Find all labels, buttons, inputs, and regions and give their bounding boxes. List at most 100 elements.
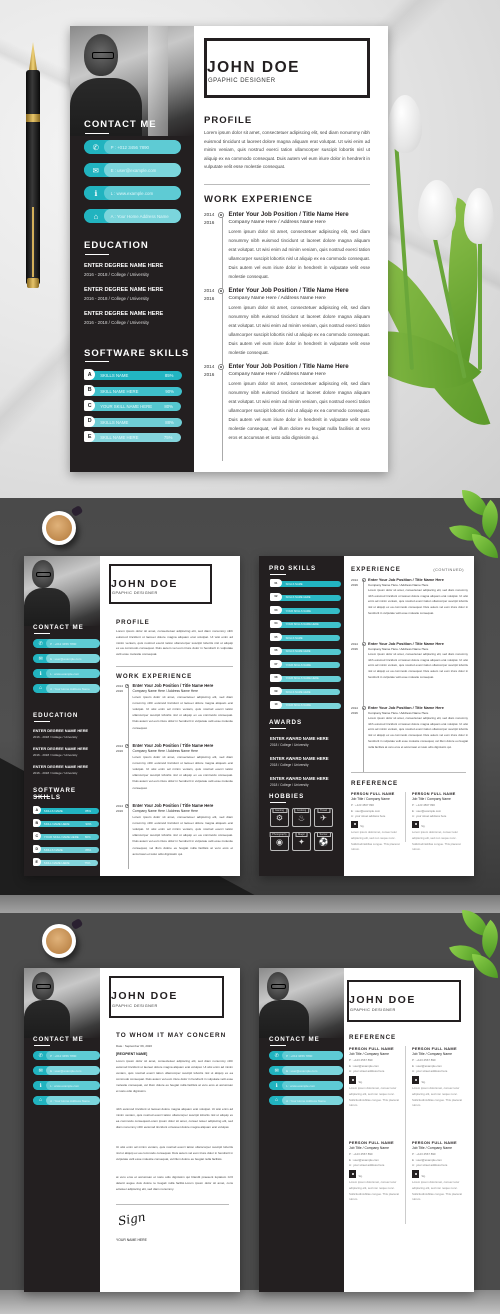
- job-description: Lorem ipsum dolor sit amet, consectetuer…: [132, 694, 234, 730]
- pro-skill-name: YOUR SKILLS NAME HERE: [285, 677, 319, 680]
- reference-heading-5: REFERENCE: [349, 1034, 397, 1041]
- contact-item-mail[interactable]: ✉ E : user@example.com: [269, 1066, 343, 1075]
- pro-skill-bar: 04 YOUR SKILLS NAME HERE: [270, 619, 341, 628]
- pro-skill-name: YOUR SKILLS NAME: [285, 704, 311, 707]
- contact-item-info[interactable]: ℹL : www.example.com: [84, 186, 181, 200]
- pro-skill-bar: 05 SKILLS NAME: [270, 633, 341, 641]
- contact-item-phone[interactable]: ✆ P : +012 3456 7890: [33, 639, 100, 648]
- contact-item-info[interactable]: ℹL : www.example.com: [33, 669, 100, 678]
- contact-item-home[interactable]: ⌂ A : Your Home Address Name: [269, 1096, 343, 1105]
- contact-item-info[interactable]: ℹL : www.example.com: [33, 1081, 100, 1090]
- skill-name: SKILL NAME HERE: [100, 435, 139, 440]
- reference-job: Job Title / Company Name: [351, 797, 390, 801]
- skill-percent: 80%: [84, 835, 91, 839]
- cover-letter-heading: TO WHOM IT MAY CONCERN: [116, 1032, 227, 1039]
- job-start-year: 2014: [351, 578, 358, 582]
- skill-letter-badge: C: [33, 832, 41, 840]
- pro-skill-name: SKILLS NAME HERE: [285, 690, 311, 694]
- skill-letter-badge: A: [84, 369, 96, 380]
- job-company: Company Name Here / Address Name Here: [228, 295, 326, 302]
- reference-avatar-icon: [412, 821, 420, 829]
- timeline-dot: [217, 364, 224, 370]
- pro-skill-bar: 10 YOUR SKILLS NAME: [270, 700, 341, 709]
- job-start-year: 2014: [204, 364, 215, 369]
- pro-skill-bar: 01 SKILLS NAME: [270, 579, 342, 587]
- letter-date: Date : September 09, 2020: [116, 1044, 153, 1048]
- contact-item-mail[interactable]: ✉ E : user@example.com: [33, 1066, 100, 1075]
- reference-email: E : user@example.com: [412, 808, 442, 813]
- job-end-year: 2016: [351, 646, 358, 651]
- contact-item-phone[interactable]: ✆ P : +012 3456 7890: [84, 140, 181, 154]
- reference-address: A : your street address here: [349, 1069, 385, 1074]
- letter-paragraph-1: Lorem ipsum dolor sit amet, consectetuer…: [116, 1059, 233, 1093]
- skill-percent: 90%: [85, 822, 92, 826]
- pro-skill-number: 08: [270, 673, 282, 682]
- job-start-year: 2014: [351, 642, 358, 646]
- contact-item-home[interactable]: ⌂ A : Your Home Address Name: [84, 209, 181, 223]
- reference-phone: P : +123 4567 890: [412, 1152, 436, 1157]
- job-end-year: 2016: [204, 371, 215, 377]
- contact-label: P : +012 3456 7890: [103, 140, 181, 154]
- skill-bar: C YOUR SKILL NAME HERE 80%: [33, 832, 99, 840]
- awards-heading: AWARDS: [269, 719, 303, 726]
- contact-item-phone[interactable]: ✆ P : +012 3456 7890: [33, 1051, 100, 1060]
- sidebar: CONTACT ME ✆ P : +012 3456 7890 ✉ E : user@…: [70, 26, 194, 472]
- reference-divider: [405, 1046, 406, 1224]
- hobby-label: Gaming: [271, 808, 288, 813]
- software-skills-heading: SOFTWARE SKILLS: [84, 348, 190, 359]
- hobby-photography: Photography ◉: [269, 832, 290, 851]
- contact-item-phone[interactable]: ✆ P : +012 3456 7890: [269, 1051, 343, 1060]
- job-title: Enter Your Job Position / Title Name Her…: [228, 287, 349, 294]
- reference-description: Lorem ipsum dolorsmet, consec tetur adip…: [349, 1179, 399, 1202]
- skill-percent: 75%: [84, 861, 91, 865]
- reference-heading: REFERENCE: [351, 780, 399, 787]
- contact-heading-5: CONTACT ME: [269, 1036, 320, 1043]
- tulip-flowers: [344, 60, 500, 445]
- travel-icon: ✈: [320, 813, 327, 823]
- reference-job: Job Title / Company Name: [412, 1052, 452, 1056]
- contact-label: E : user@example.com: [103, 163, 181, 177]
- award-detail: 2018 / College / University: [270, 783, 309, 787]
- education-detail: 2016 - 2018 / College / University: [84, 271, 149, 277]
- skill-percent: 75%: [163, 435, 173, 440]
- continued-tag: (CONTINUED): [433, 568, 464, 572]
- person-name-5: JOHN DOE: [349, 994, 416, 1006]
- profile-heading: PROFILE: [204, 115, 253, 126]
- pro-skill-number: 04: [270, 619, 282, 628]
- reference-name: PERSON FULL NAME: [412, 1140, 457, 1145]
- award-detail: 2018 / College / University: [270, 743, 309, 747]
- profile-photo-5: [259, 968, 344, 1038]
- coffee-cup-2: [42, 918, 84, 958]
- person-title-5: GPAPHIC DESIGNER: [350, 1008, 396, 1012]
- job-title: Enter Your Job Position / Title Name Her…: [368, 705, 444, 710]
- letter-paragraph-3: Ut wisi enim ad minim veniam, quis nostr…: [116, 1145, 233, 1161]
- job-end-year: 2016: [204, 295, 215, 301]
- reference-sig: Sig.: [421, 1174, 426, 1178]
- contact-item-home[interactable]: ⌂ A : Your Home Address Name: [33, 1096, 100, 1105]
- job-company: Company Name Here / Address Name Here: [228, 219, 326, 226]
- reference-address: A : your street address here: [412, 813, 447, 818]
- skill-bar: E SKILL NAME HERE 75%: [84, 431, 181, 442]
- education-detail: 2016 - 2018 / College / University: [33, 734, 78, 739]
- contact-item-home[interactable]: ⌂ A : Your Home Address Name: [33, 684, 100, 693]
- reference-divider: [405, 792, 406, 842]
- hobby-label: Magic: [295, 832, 308, 837]
- reference-name: PERSON FULL NAME: [349, 1046, 394, 1051]
- sidebar-2: CONTACT ME ✆ P : +012 3456 7890 ✉ E : user@…: [24, 556, 100, 876]
- pro-skill-bar: 03 YOUR SKILLS NAME: [270, 606, 341, 614]
- person-title-4: GPAPHIC DESIGNER: [112, 1004, 158, 1008]
- pro-skill-number: 06: [270, 646, 282, 655]
- resume-page-2-right: PRO SKILLS 01 SKILLS NAME 02 SKILLS NAME HE…: [259, 556, 474, 876]
- contact-item-mail[interactable]: ✉ E : user@example.com: [33, 654, 100, 663]
- skill-name: SKILLS NAME: [100, 373, 129, 378]
- hobbies-heading: HOBBIES: [269, 793, 305, 800]
- job-company: Company Name Here / Address Name Here: [368, 711, 429, 715]
- hobby-travel: Travel ✈: [314, 808, 333, 827]
- job-start-year: 2014: [204, 288, 215, 293]
- hobby-soccer: Soccer ⚽: [314, 832, 333, 851]
- letter-paragraph-2: nibh euismod tincidunt ut laoreet dolore…: [116, 1107, 233, 1129]
- contact-item-mail[interactable]: ✉ E : user@example.com: [84, 163, 181, 177]
- skill-letter-badge: C: [84, 400, 96, 411]
- contact-item-info[interactable]: ℹL : www.example.com: [269, 1081, 343, 1090]
- reference-entry: PERSON FULL NAME Job Title / Company Name…: [412, 792, 465, 853]
